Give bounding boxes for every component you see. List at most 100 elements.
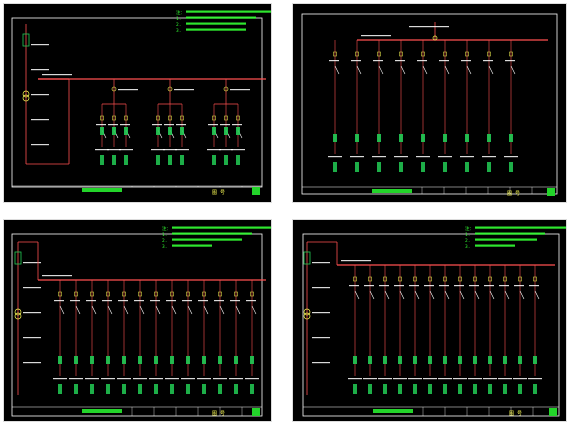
circuit-tag	[487, 134, 491, 142]
switch-blade	[107, 305, 113, 315]
branch-label-mark	[394, 285, 404, 287]
branch-label-mark	[439, 285, 449, 287]
load-tag	[353, 384, 357, 394]
branch-label-mark	[150, 300, 160, 302]
circuit-no-mark	[175, 149, 189, 151]
circuit-no-mark	[363, 378, 377, 380]
branch-label-mark	[70, 300, 80, 302]
circuit-no-mark	[438, 378, 452, 380]
switch-blade	[414, 290, 420, 300]
circuit-tag	[106, 356, 110, 364]
circuit-no-mark	[69, 378, 83, 380]
circuit-no-mark	[53, 378, 67, 380]
circuit-tag	[443, 356, 447, 364]
branch-label-mark	[514, 285, 524, 287]
circuit-tag	[224, 127, 228, 135]
switch-blade	[534, 290, 540, 300]
branch-label-mark	[96, 124, 106, 126]
branch-label-mark	[529, 285, 539, 287]
load-tag	[458, 384, 462, 394]
switch-blade	[139, 305, 145, 315]
incomer-label-mark	[312, 312, 330, 314]
circuit-tag	[58, 356, 62, 364]
feeder-label-mark	[174, 89, 194, 91]
note-text-mark	[186, 16, 256, 19]
circuit-tag	[74, 356, 78, 364]
switch-blade	[75, 305, 81, 315]
branch-label-mark	[134, 300, 144, 302]
note-line: 1.	[176, 16, 181, 22]
circuit-tag	[212, 127, 216, 135]
load-tag	[503, 384, 507, 394]
switch-blade	[235, 305, 241, 315]
title-bar	[82, 188, 122, 192]
circuit-no-mark	[378, 378, 392, 380]
circuit-tag	[413, 356, 417, 364]
circuit-diagram-top-right: 图 号	[301, 13, 558, 197]
circuit-no-mark	[117, 378, 131, 380]
branch-label-mark	[417, 60, 427, 62]
switch-blade	[489, 290, 495, 300]
note-line: 2.	[176, 22, 181, 28]
load-tag	[180, 155, 184, 165]
load-tag	[377, 162, 381, 172]
branch-label-mark	[198, 300, 208, 302]
branch-label-mark	[86, 300, 96, 302]
switch-blade	[399, 290, 405, 300]
circuit-no-mark	[460, 156, 474, 158]
circuit-no-mark	[95, 149, 109, 151]
drawing-sheet-bottom-left: 注： 1. 2. 3. 图 号	[3, 219, 272, 422]
circuit-no-mark	[328, 156, 342, 158]
switch-blade	[429, 290, 435, 300]
note-text-mark	[186, 10, 271, 13]
load-tag	[398, 384, 402, 394]
supply-label-mark	[409, 26, 449, 28]
switch-blade	[519, 290, 525, 300]
circuit-tag	[399, 134, 403, 142]
circuit-no-mark	[163, 149, 177, 151]
drawing-number-label: 图 号	[507, 191, 520, 197]
branch-label-mark	[395, 60, 405, 62]
circuit-tag	[443, 134, 447, 142]
circuit-tag	[509, 134, 513, 142]
switch-blade	[356, 65, 362, 75]
branch-label-mark	[349, 285, 359, 287]
load-tag	[250, 384, 254, 394]
note-text-mark	[186, 22, 246, 25]
note-line: 2.	[162, 238, 167, 244]
load-tag	[90, 384, 94, 394]
note-line: 1.	[162, 232, 167, 238]
circuit-no-mark	[394, 156, 408, 158]
circuit-no-mark	[372, 156, 386, 158]
load-tag	[509, 162, 513, 172]
branch-label-mark	[499, 285, 509, 287]
incomer-label-mark	[312, 362, 330, 364]
circuit-tag	[138, 356, 142, 364]
circuit-tag	[465, 134, 469, 142]
load-tag	[383, 384, 387, 394]
branch-label-mark	[164, 124, 174, 126]
note-text-mark	[475, 238, 537, 241]
load-tag	[224, 155, 228, 165]
branch-label-mark	[176, 124, 186, 126]
busbar-label-mark	[361, 35, 391, 37]
circuit-no-mark	[85, 378, 99, 380]
switch-blade	[203, 305, 209, 315]
branch-label-mark	[505, 60, 515, 62]
load-tag	[421, 162, 425, 172]
load-tag	[106, 384, 110, 394]
note-line: 3.	[162, 244, 167, 250]
switch-blade	[504, 290, 510, 300]
circuit-tag	[234, 356, 238, 364]
incomer-label-mark	[312, 287, 330, 289]
corner-mark	[252, 408, 260, 416]
circuit-tag	[250, 356, 254, 364]
branch-label-mark	[214, 300, 224, 302]
load-tag	[428, 384, 432, 394]
incomer-label-mark	[31, 69, 49, 71]
load-tag	[533, 384, 537, 394]
busbar-label-mark	[42, 275, 72, 277]
circuit-no-mark	[197, 378, 211, 380]
switch-blade	[400, 65, 406, 75]
note-line: 注：	[465, 225, 474, 232]
